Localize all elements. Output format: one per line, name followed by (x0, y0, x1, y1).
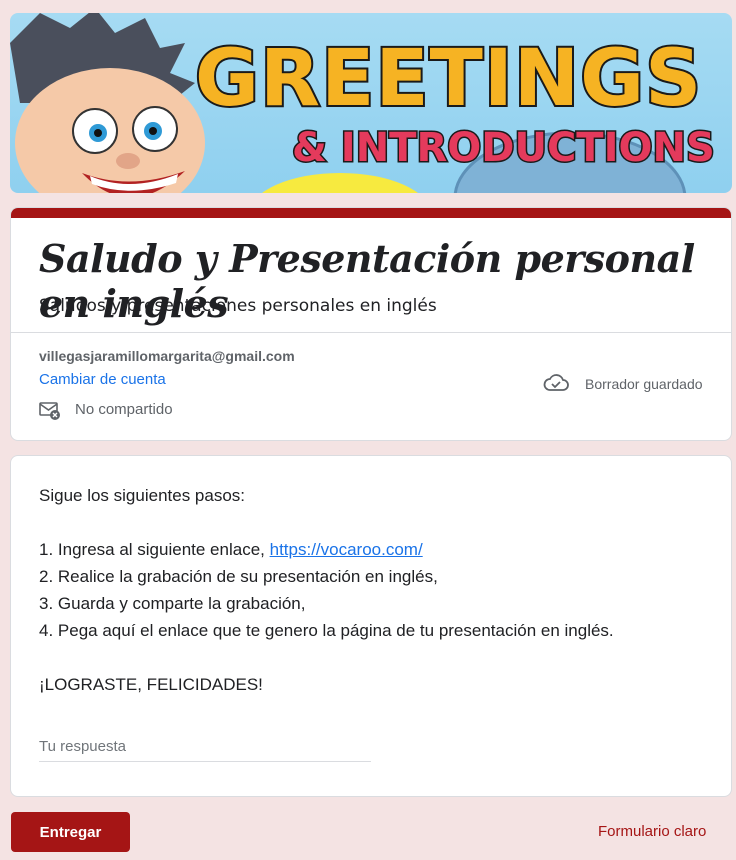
question-intro: Sigue los siguientes pasos: (39, 486, 246, 505)
cloud-check-icon (543, 374, 569, 391)
draft-saved-status: Borrador guardado (585, 376, 703, 392)
banner-title-line2: & INTRODUCTIONS (292, 125, 715, 171)
question-step-1: 1. Ingresa al siguiente enlace, https://… (39, 540, 423, 560)
answer-input[interactable] (39, 732, 371, 762)
form-header-card: Saludo y Presentación personal en inglés… (10, 207, 732, 441)
question-card: Sigue los siguientes pasos: 1. Ingresa a… (10, 455, 732, 797)
question-step-2: 2. Realice la grabación de su presentaci… (39, 567, 438, 586)
header-banner-image: GREETINGS & INTRODUCTIONS (10, 13, 732, 193)
question-step-4: 4. Pega aquí el enlace que te genero la … (39, 621, 614, 640)
cartoon-boy-illustration (10, 13, 205, 193)
form-description: Saludos y presentaciones personales en i… (39, 296, 437, 316)
switch-account-link[interactable]: Cambiar de cuenta (39, 371, 166, 388)
light-form-link[interactable]: Formulario claro (598, 823, 706, 840)
step-1-text: 1. Ingresa al siguiente enlace, (39, 540, 270, 559)
question-step-3: 3. Guarda y comparte la grabación, (39, 594, 306, 613)
accent-bar (11, 208, 731, 218)
banner-title-line1: GREETINGS (195, 34, 702, 124)
mail-not-shared-icon (39, 402, 60, 420)
not-shared-label: No compartido (75, 401, 173, 418)
submit-button[interactable]: Entregar (11, 812, 130, 852)
question-closing: ¡LOGRASTE, FELICIDADES! (39, 675, 263, 694)
account-email: villegasjaramillomargarita@gmail.com (39, 348, 295, 364)
divider (11, 332, 731, 333)
vocaroo-link[interactable]: https://vocaroo.com/ (270, 540, 423, 559)
